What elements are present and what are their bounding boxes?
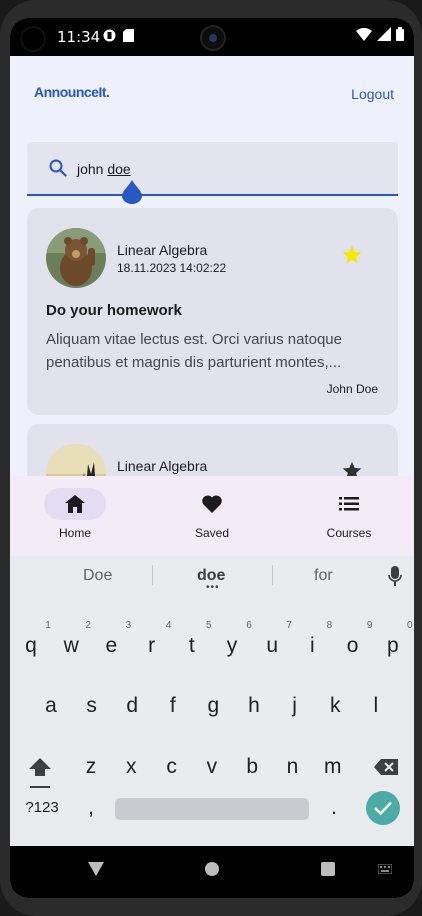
avatar [46,228,106,288]
camera-dot [20,26,46,52]
key-hint: 7 [286,620,292,631]
app-header: AnnounceIt. Logout [10,56,414,136]
key-q[interactable]: q [16,634,46,658]
key-x[interactable]: x [116,755,146,779]
signal-icon [377,27,391,44]
heart-icon [202,495,222,513]
search-typed-text: john [77,161,108,177]
nav-label: Home [58,526,91,540]
status-right [356,27,404,44]
notification-icon [103,29,116,45]
announcement-card[interactable]: Linear Algebra [27,424,398,476]
wifi-icon [356,27,372,44]
nav-label: Saved [194,526,230,540]
home-icon [65,495,85,513]
search-value: john doe [77,161,131,177]
back-icon[interactable] [88,862,104,876]
suggestion-strip: Doe doe ••• for [10,556,414,594]
key-k[interactable]: k [320,694,350,718]
key-d[interactable]: d [117,694,147,718]
announcement-author: John Doe [326,382,378,396]
key-w[interactable]: w [56,634,86,658]
period-key[interactable]: . [319,796,349,820]
avatar [46,444,106,476]
nav-item-courses[interactable]: Courses [299,488,399,540]
nav-item-home[interactable]: Home [25,488,125,540]
announcement-feed[interactable]: Linear Algebra 18.11.2023 14:02:22 Do yo… [27,208,398,476]
logout-button[interactable]: Logout [351,86,394,102]
key-hint: 5 [206,620,212,631]
nav-item-saved[interactable]: Saved [162,488,262,540]
key-u[interactable]: u [257,634,287,658]
microphone-icon[interactable] [388,566,402,586]
announcement-title: Do your homework [46,302,182,319]
key-g[interactable]: g [198,694,228,718]
announcement-body: Aliquam vitae lectus est. Orci varius na… [46,331,342,371]
backspace-icon[interactable] [374,759,398,775]
key-p[interactable]: p [378,634,408,658]
search-composing-word: doe [107,161,131,177]
key-h[interactable]: h [239,694,269,718]
search-icon [49,159,67,177]
key-c[interactable]: c [157,755,187,779]
course-name: Linear Algebra [117,458,208,474]
key-s[interactable]: s [77,694,107,718]
key-hint: 0 [407,620,413,631]
enter-key[interactable] [366,791,400,825]
key-l[interactable]: l [361,694,391,718]
system-navigation-bar [10,846,414,898]
nav-active-indicator [44,488,106,520]
nav-label: Courses [326,526,372,540]
comma-key[interactable]: , [76,796,106,820]
key-hint: 9 [366,620,373,631]
symbols-key[interactable]: ?123 [22,799,62,816]
key-i[interactable]: i [297,634,327,658]
course-name: Linear Algebra [117,242,208,258]
screen: 11:34 AnnounceIt. Logout john doe Linear… [10,18,414,898]
check-icon [374,801,392,815]
key-z[interactable]: z [76,755,106,779]
home-button-icon[interactable] [205,862,219,876]
status-time: 11:34 [57,28,101,46]
key-n[interactable]: n [278,755,308,779]
key-hint: 8 [326,620,333,631]
key-a[interactable]: a [36,694,66,718]
star-icon[interactable] [341,244,363,266]
key-j[interactable]: j [280,694,310,718]
key-o[interactable]: o [338,634,368,658]
announcement-card[interactable]: Linear Algebra 18.11.2023 14:02:22 Do yo… [27,208,398,415]
list-icon [339,497,359,511]
soft-keyboard: Doe doe ••• for q 1w 2e 3r 4t 5y 6u 7i 8o 9p 0 asd… [10,556,414,846]
front-camera [200,25,226,51]
text-cursor-handle-icon[interactable] [122,180,142,204]
key-y[interactable]: y [217,634,247,658]
key-hint: 3 [125,620,132,631]
key-f[interactable]: f [158,694,188,718]
announcement-datetime: 18.11.2023 14:02:22 [117,261,227,275]
battery-icon [396,27,404,44]
key-hint: 4 [165,620,172,631]
app-logo: AnnounceIt. [34,84,110,100]
sd-card-icon [123,29,134,45]
key-hint: 1 [45,620,51,631]
recents-icon[interactable] [321,862,335,876]
key-m[interactable]: m [318,755,348,779]
bottom-navigation: Home Saved Courses [10,476,414,556]
shift-icon[interactable] [27,756,53,790]
key-r[interactable]: r [137,634,167,658]
keyboard-switch-icon[interactable] [378,864,392,874]
suggestion[interactable]: Doe [83,567,112,585]
search-input[interactable]: john doe [27,142,398,204]
status-bar: 11:34 [10,18,414,56]
key-v[interactable]: v [197,755,227,779]
key-hint: 2 [85,620,91,631]
key-t[interactable]: t [177,634,207,658]
more-suggestions-icon[interactable]: ••• [206,582,220,593]
key-hint: 6 [246,620,252,631]
suggestion[interactable]: for [314,567,333,585]
star-icon[interactable] [341,460,363,476]
key-b[interactable]: b [237,755,267,779]
space-key[interactable] [115,798,309,820]
key-e[interactable]: e [96,634,126,658]
